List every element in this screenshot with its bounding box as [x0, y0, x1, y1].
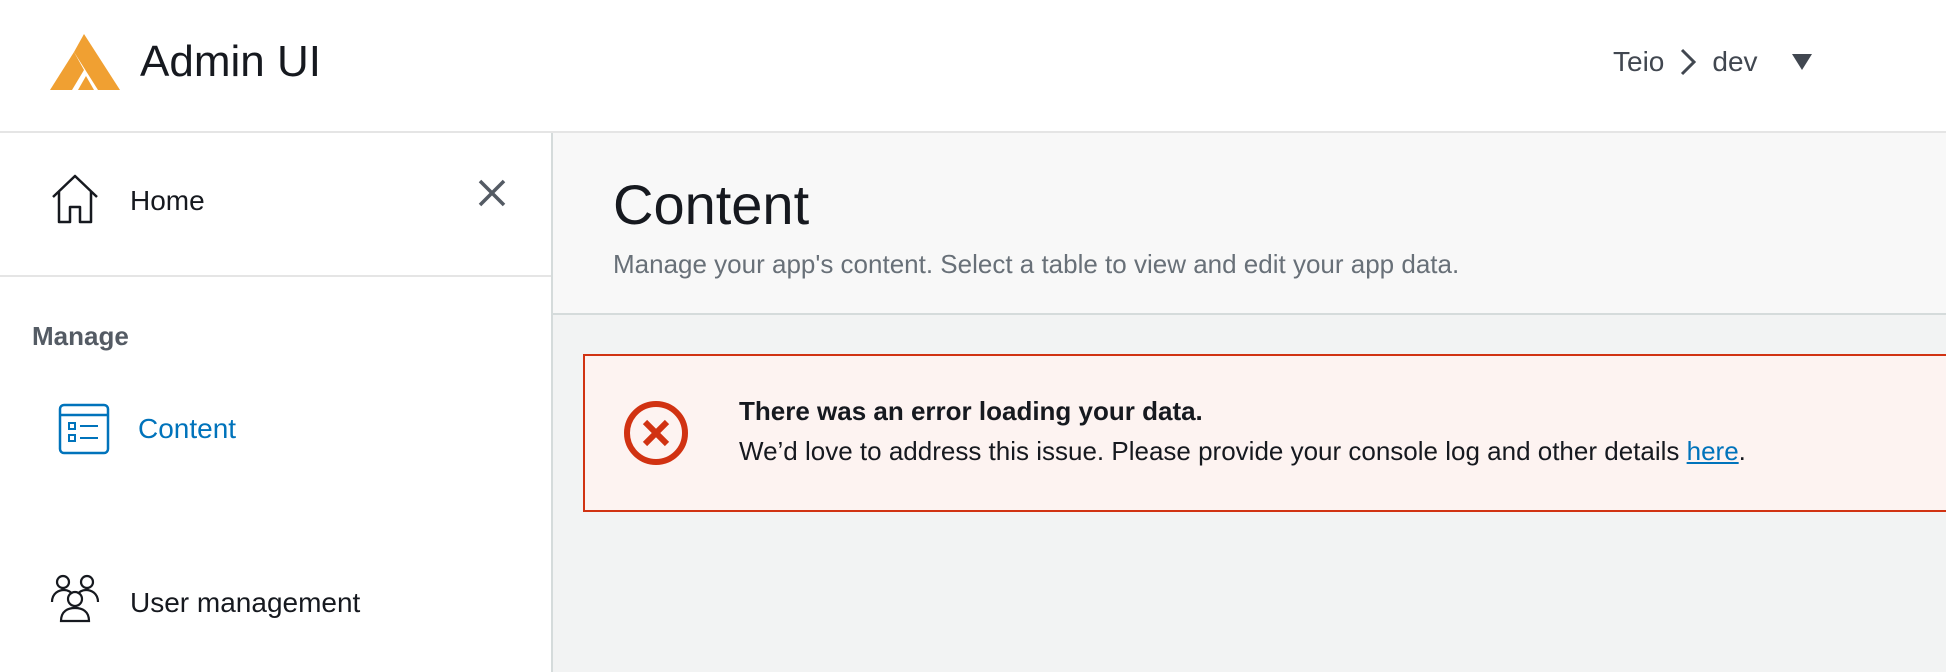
alert-message-text: We’d love to address this issue. Please …	[739, 436, 1687, 466]
top-header: Admin UI Teio dev	[0, 0, 1946, 133]
alert-message: We’d love to address this issue. Please …	[739, 436, 1746, 467]
environment-switcher[interactable]: Teio dev	[1613, 44, 1814, 80]
content-table-icon	[58, 403, 110, 455]
sidebar-item-label: Home	[130, 185, 205, 216]
alert-message-suffix: .	[1738, 436, 1746, 466]
sidebar-item-label: Content	[138, 413, 237, 444]
page-title: Content	[613, 173, 810, 236]
users-icon	[50, 574, 100, 623]
sidebar-item-home[interactable]: Home	[0, 133, 551, 277]
home-icon	[52, 174, 98, 224]
amplify-logo-icon	[50, 34, 120, 90]
alert-title: There was an error loading your data.	[739, 396, 1203, 426]
sidebar: Home Manage Content User management	[0, 133, 553, 672]
content-header: Content Manage your app's content. Selec…	[553, 133, 1946, 315]
section-label-manage: Manage	[32, 321, 129, 351]
sidebar-item-user-management[interactable]: User management	[0, 573, 551, 653]
error-circle-x-icon	[624, 401, 688, 465]
caret-down-icon[interactable]	[1790, 52, 1814, 72]
chevron-right-icon	[1681, 48, 1697, 76]
app-title: Admin UI	[140, 37, 321, 86]
content-body: There was an error loading your data. We…	[553, 315, 1946, 672]
error-alert: There was an error loading your data. We…	[583, 354, 1946, 512]
sidebar-item-label: User management	[130, 587, 361, 618]
env-branch-name: dev	[1712, 46, 1758, 77]
env-app-name: Teio	[1613, 46, 1665, 77]
sidebar-item-content[interactable]: Content	[0, 403, 551, 483]
feedback-link[interactable]: here	[1687, 436, 1739, 466]
close-icon[interactable]	[474, 175, 510, 211]
page-subtitle: Manage your app's content. Select a tabl…	[613, 249, 1460, 279]
